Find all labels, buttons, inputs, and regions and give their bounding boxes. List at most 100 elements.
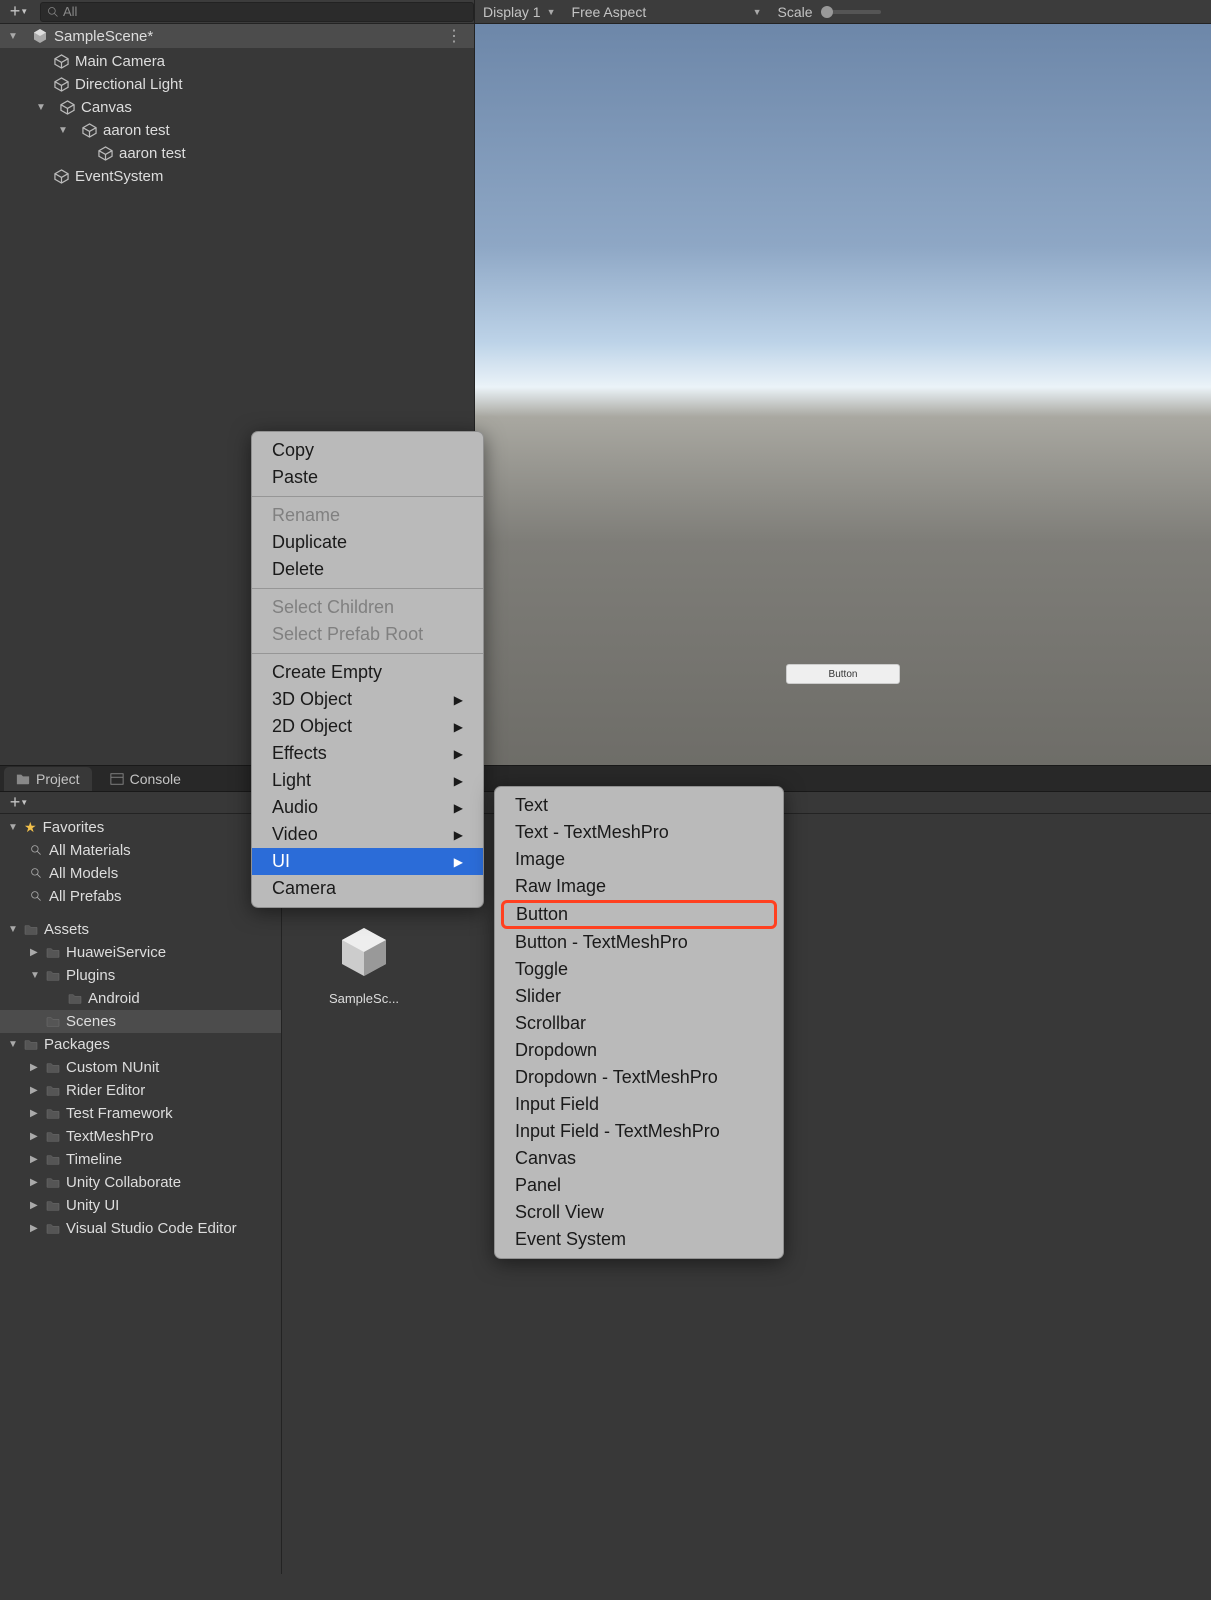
- chevron-right-icon[interactable]: ▶: [30, 1200, 40, 1211]
- hierarchy-context-menu: Copy Paste Rename Duplicate Delete Selec…: [251, 431, 484, 908]
- hierarchy-toolbar: + ▼ All: [0, 0, 474, 24]
- tree-item-label: EventSystem: [75, 168, 163, 185]
- hierarchy-search-input[interactable]: All: [40, 2, 474, 22]
- folder-label: Custom NUnit: [66, 1059, 159, 1076]
- chevron-down-icon[interactable]: ▼: [8, 822, 18, 833]
- ctx-delete[interactable]: Delete: [252, 556, 483, 583]
- folder-icon: [46, 1062, 60, 1074]
- chevron-down-icon[interactable]: ▼: [36, 102, 48, 113]
- ctx-video[interactable]: Video▶: [252, 821, 483, 848]
- chevron-right-icon[interactable]: ▶: [30, 1085, 40, 1096]
- ctx-2d-object[interactable]: 2D Object▶: [252, 713, 483, 740]
- favorite-item[interactable]: All Models: [0, 862, 281, 885]
- package-folder-item[interactable]: ▶Test Framework: [0, 1102, 281, 1125]
- favorites-header[interactable]: ▼ ★ Favorites: [0, 816, 281, 839]
- scale-slider[interactable]: [821, 10, 881, 14]
- chevron-down-icon[interactable]: ▼: [8, 1039, 18, 1050]
- sub-dropdown-tmp[interactable]: Dropdown - TextMeshPro: [495, 1064, 783, 1091]
- create-dropdown-button[interactable]: + ▼: [4, 2, 34, 22]
- asset-folder-scenes[interactable]: Scenes: [0, 1010, 281, 1033]
- sub-toggle[interactable]: Toggle: [495, 956, 783, 983]
- ctx-paste[interactable]: Paste: [252, 464, 483, 491]
- game-ui-button[interactable]: Button: [786, 664, 900, 684]
- sub-slider[interactable]: Slider: [495, 983, 783, 1010]
- sub-image[interactable]: Image: [495, 846, 783, 873]
- sub-button[interactable]: Button: [501, 900, 777, 929]
- game-view-panel: Display 1 ▼ Free Aspect ▼ Scale Button: [475, 0, 1211, 765]
- package-folder-item[interactable]: ▶Visual Studio Code Editor: [0, 1217, 281, 1240]
- asset-folder-item[interactable]: ▶ HuaweiService: [0, 941, 281, 964]
- game-canvas: Button: [475, 24, 1211, 765]
- ctx-camera[interactable]: Camera: [252, 875, 483, 902]
- sub-dropdown[interactable]: Dropdown: [495, 1037, 783, 1064]
- sub-button-tmp[interactable]: Button - TextMeshPro: [495, 929, 783, 956]
- ctx-light[interactable]: Light▶: [252, 767, 483, 794]
- aspect-dropdown[interactable]: Free Aspect ▼: [572, 4, 762, 20]
- tree-item-label: aaron test: [103, 122, 170, 139]
- sub-event-system[interactable]: Event System: [495, 1226, 783, 1253]
- ctx-3d-object[interactable]: 3D Object▶: [252, 686, 483, 713]
- chevron-right-icon[interactable]: ▶: [30, 1108, 40, 1119]
- unity-scene-icon: [336, 924, 392, 980]
- kebab-menu-button[interactable]: ⋮: [446, 26, 462, 46]
- tab-project[interactable]: Project: [4, 767, 92, 791]
- ctx-audio[interactable]: Audio▶: [252, 794, 483, 821]
- package-folder-item[interactable]: ▶ Rider Editor: [0, 1079, 281, 1102]
- gameobject-icon: [54, 77, 69, 92]
- chevron-right-icon[interactable]: ▶: [30, 1177, 40, 1188]
- chevron-down-icon[interactable]: ▼: [8, 31, 20, 42]
- chevron-right-icon[interactable]: ▶: [30, 1154, 40, 1165]
- menu-separator: [252, 588, 483, 589]
- package-folder-item[interactable]: ▶Timeline: [0, 1148, 281, 1171]
- slider-knob[interactable]: [821, 6, 833, 18]
- tree-item-directional-light[interactable]: Directional Light: [0, 73, 474, 96]
- packages-header[interactable]: ▼ Packages: [0, 1033, 281, 1056]
- sub-text[interactable]: Text: [495, 792, 783, 819]
- folder-label: Scenes: [66, 1013, 116, 1030]
- package-folder-item[interactable]: ▶TextMeshPro: [0, 1125, 281, 1148]
- assets-header[interactable]: ▼ Assets: [0, 918, 281, 941]
- ctx-copy[interactable]: Copy: [252, 437, 483, 464]
- chevron-down-icon[interactable]: ▼: [58, 125, 70, 136]
- chevron-right-icon[interactable]: ▶: [30, 1062, 40, 1073]
- assets-label: Assets: [44, 921, 89, 938]
- sub-scroll-view[interactable]: Scroll View: [495, 1199, 783, 1226]
- chevron-down-icon[interactable]: ▼: [30, 970, 40, 981]
- chevron-right-icon[interactable]: ▶: [30, 1223, 40, 1234]
- tree-item-aaron-test-child[interactable]: aaron test: [0, 142, 474, 165]
- display-dropdown[interactable]: Display 1 ▼: [483, 4, 556, 20]
- ctx-create-empty[interactable]: Create Empty: [252, 659, 483, 686]
- scene-header[interactable]: ▼ SampleScene* ⋮: [0, 24, 474, 48]
- ctx-duplicate[interactable]: Duplicate: [252, 529, 483, 556]
- chevron-right-icon: ▶: [454, 720, 463, 734]
- chevron-right-icon[interactable]: ▶: [30, 1131, 40, 1142]
- favorite-item[interactable]: All Prefabs: [0, 885, 281, 908]
- sub-canvas[interactable]: Canvas: [495, 1145, 783, 1172]
- sub-scrollbar[interactable]: Scrollbar: [495, 1010, 783, 1037]
- chevron-down-icon[interactable]: ▼: [8, 924, 18, 935]
- sub-panel[interactable]: Panel: [495, 1172, 783, 1199]
- asset-folder-item[interactable]: ▼ Plugins: [0, 964, 281, 987]
- package-folder-item[interactable]: ▶Unity Collaborate: [0, 1171, 281, 1194]
- sub-input-field[interactable]: Input Field: [495, 1091, 783, 1118]
- tree-item-aaron-test[interactable]: ▼ aaron test: [0, 119, 474, 142]
- favorite-label: All Prefabs: [49, 888, 122, 905]
- folder-label: Rider Editor: [66, 1082, 145, 1099]
- sub-input-field-tmp[interactable]: Input Field - TextMeshPro: [495, 1118, 783, 1145]
- ctx-effects[interactable]: Effects▶: [252, 740, 483, 767]
- tab-console[interactable]: Console: [98, 767, 193, 791]
- game-button-label: Button: [829, 669, 858, 680]
- scene-asset-thumb[interactable]: SampleSc...: [324, 924, 404, 1006]
- package-folder-item[interactable]: ▶ Custom NUnit: [0, 1056, 281, 1079]
- tree-item-eventsystem[interactable]: EventSystem: [0, 165, 474, 188]
- sub-raw-image[interactable]: Raw Image: [495, 873, 783, 900]
- sub-text-tmp[interactable]: Text - TextMeshPro: [495, 819, 783, 846]
- package-folder-item[interactable]: ▶Unity UI: [0, 1194, 281, 1217]
- tree-item-canvas[interactable]: ▼ Canvas: [0, 96, 474, 119]
- create-asset-dropdown[interactable]: + ▼: [4, 793, 34, 813]
- tree-item-main-camera[interactable]: Main Camera: [0, 50, 474, 73]
- favorite-item[interactable]: All Materials: [0, 839, 281, 862]
- asset-folder-item[interactable]: Android: [0, 987, 281, 1010]
- chevron-right-icon[interactable]: ▶: [30, 947, 40, 958]
- ctx-ui[interactable]: UI▶: [252, 848, 483, 875]
